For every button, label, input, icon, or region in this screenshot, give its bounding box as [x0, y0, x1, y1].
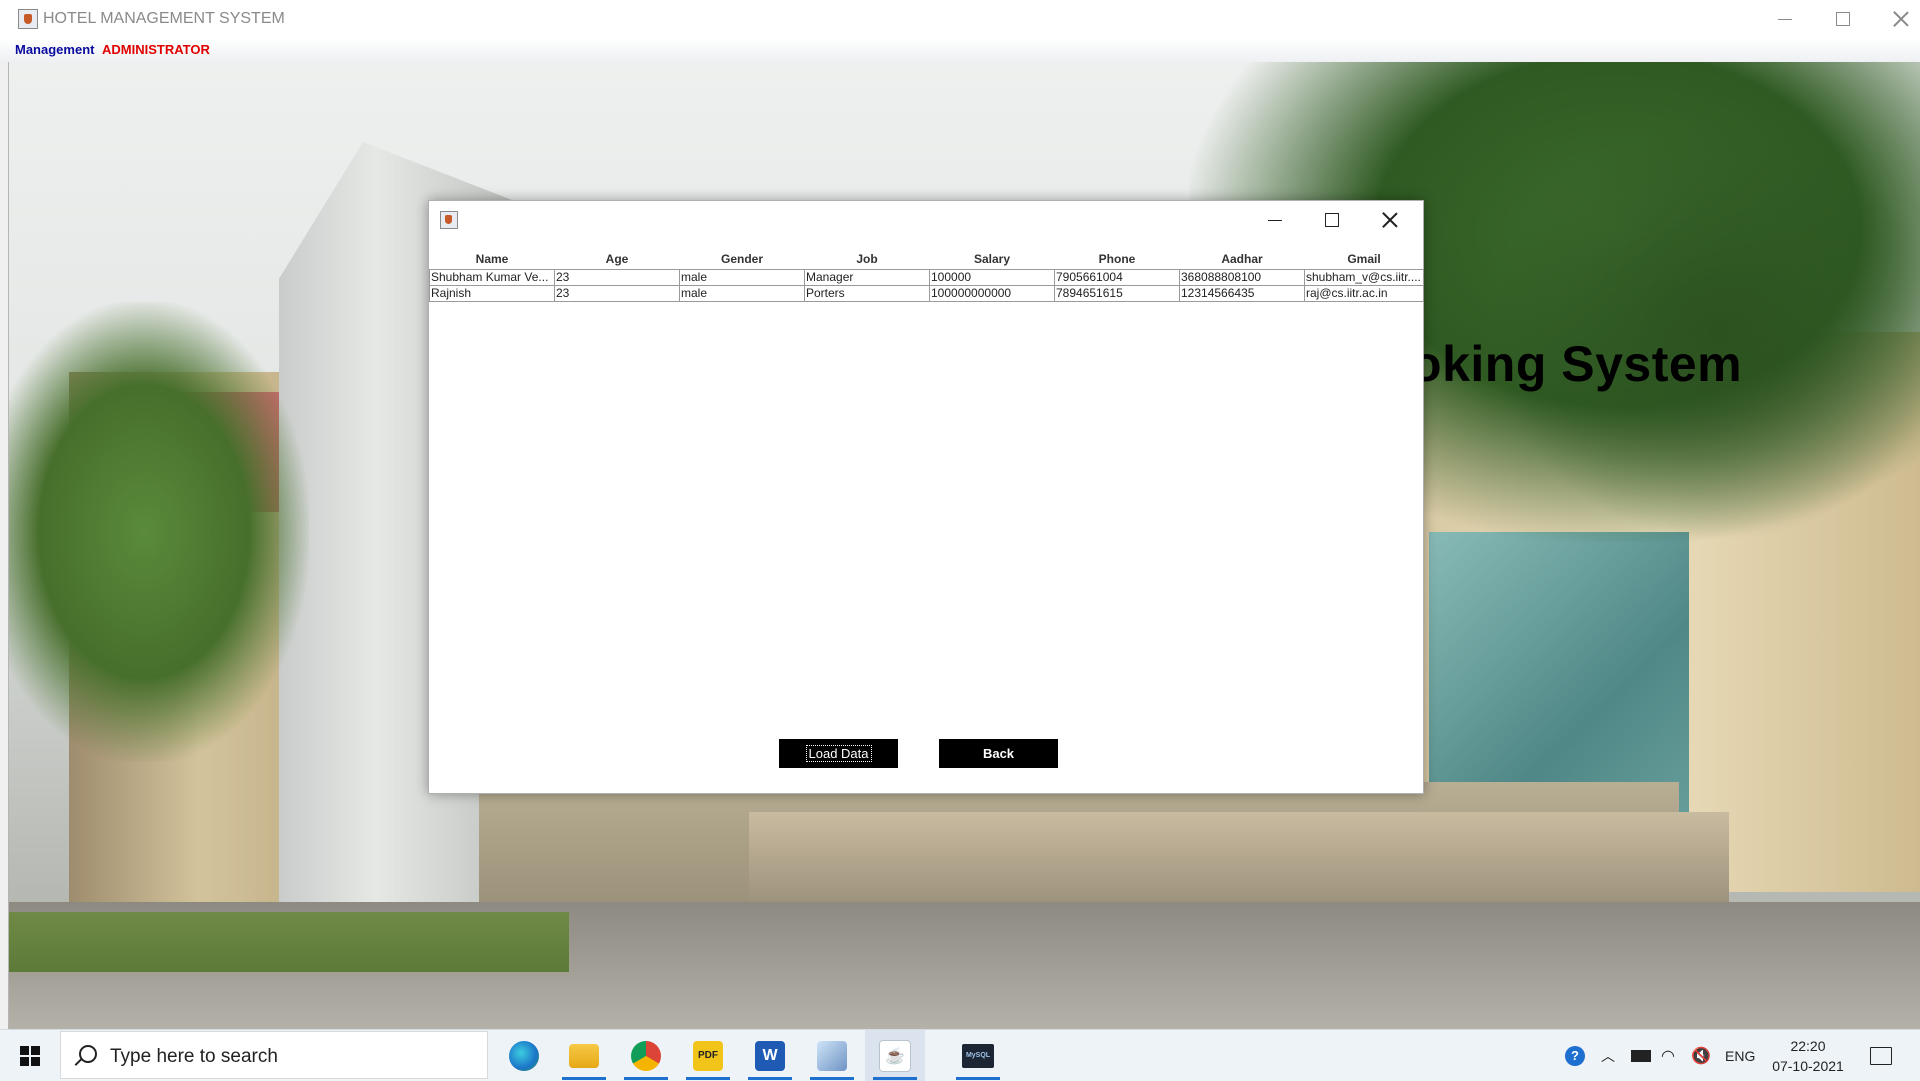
dialog-titlebar[interactable]: [429, 201, 1423, 239]
java-app-icon: [440, 211, 458, 229]
tray-network[interactable]: ◠: [1661, 1030, 1675, 1081]
cell-salary[interactable]: 100000000000: [929, 285, 1055, 302]
cell-name[interactable]: Rajnish: [429, 285, 555, 302]
cell-gender[interactable]: male: [679, 285, 805, 302]
taskbar-app-pdf[interactable]: PDF: [678, 1030, 738, 1081]
cell-age[interactable]: 23: [554, 285, 680, 302]
windows-logo-icon: [20, 1045, 40, 1066]
cell-gender[interactable]: male: [679, 269, 805, 286]
taskbar-app-word[interactable]: W: [740, 1030, 800, 1081]
wifi-icon: ◠: [1661, 1047, 1675, 1065]
minimize-icon: [1778, 18, 1792, 20]
show-hidden-icons-button[interactable]: ︿: [1601, 1030, 1615, 1081]
dialog-maximize-button[interactable]: [1303, 201, 1361, 239]
column-header-phone[interactable]: Phone: [1055, 249, 1180, 270]
tray-help[interactable]: ?: [1565, 1030, 1585, 1081]
maximize-icon: [1325, 213, 1339, 227]
pdf-icon: PDF: [693, 1040, 723, 1071]
close-icon: [1382, 212, 1398, 228]
cell-phone[interactable]: 7894651615: [1054, 285, 1180, 302]
employee-dialog: Name Age Gender Job Salary Phone Aadhar …: [428, 200, 1424, 794]
cell-gmail[interactable]: shubham_v@cs.iitr....: [1304, 269, 1424, 286]
cell-job[interactable]: Manager: [804, 269, 930, 286]
load-data-button[interactable]: Load Data: [779, 739, 898, 768]
close-button[interactable]: [1872, 0, 1920, 38]
chevron-up-icon: ︿: [1601, 1047, 1615, 1064]
mysql-icon: MySQL: [962, 1043, 994, 1068]
cell-name[interactable]: Shubham Kumar Ve...: [429, 269, 555, 286]
column-header-name[interactable]: Name: [430, 249, 555, 270]
taskbar-app-mysql[interactable]: MySQL: [948, 1030, 1008, 1081]
menu-bar: Management ADMINISTRATOR: [0, 38, 1920, 63]
maximize-icon: [1836, 12, 1850, 26]
taskbar-app-chrome[interactable]: [616, 1030, 676, 1081]
taskbar-search-box[interactable]: Type here to search: [60, 1031, 488, 1079]
minimize-button[interactable]: [1756, 0, 1814, 38]
employee-table[interactable]: Name Age Gender Job Salary Phone Aadhar …: [429, 249, 1424, 302]
table-row[interactable]: Rajnish 23 male Porters 100000000000 789…: [429, 285, 1424, 302]
window-title: HOTEL MANAGEMENT SYSTEM: [43, 10, 285, 27]
taskbar: Type here to search PDF W ☕ MySQL ? ︿ ◠ …: [0, 1029, 1920, 1081]
back-button[interactable]: Back: [939, 739, 1058, 768]
close-icon: [1893, 11, 1909, 27]
taskbar-app-file-explorer[interactable]: [554, 1030, 614, 1081]
java-app-icon: [18, 9, 38, 29]
tray-battery[interactable]: [1631, 1030, 1651, 1081]
java-icon: ☕: [879, 1039, 911, 1072]
table-row[interactable]: Shubham Kumar Ve... 23 male Manager 1000…: [429, 269, 1424, 286]
menu-administrator[interactable]: ADMINISTRATOR: [102, 42, 210, 57]
cell-phone[interactable]: 7905661004: [1054, 269, 1180, 286]
search-placeholder: Type here to search: [110, 1046, 278, 1067]
clock-date: 07-10-2021: [1772, 1057, 1844, 1074]
column-header-job[interactable]: Job: [805, 249, 930, 270]
dialog-close-button[interactable]: [1361, 201, 1419, 239]
file-explorer-icon: [569, 1043, 599, 1068]
photo-tree-left: [9, 302, 309, 762]
dialog-minimize-button[interactable]: [1246, 201, 1304, 239]
taskbar-app-box[interactable]: [802, 1030, 862, 1081]
cell-job[interactable]: Porters: [804, 285, 930, 302]
window-left-edge: [0, 62, 9, 1029]
column-header-age[interactable]: Age: [555, 249, 680, 270]
battery-icon: [1631, 1049, 1651, 1062]
taskbar-app-edge[interactable]: [494, 1030, 554, 1081]
tray-clock[interactable]: 22:20 07-10-2021: [1760, 1030, 1856, 1081]
column-header-gender[interactable]: Gender: [680, 249, 805, 270]
cell-salary[interactable]: 100000: [929, 269, 1055, 286]
tray-language[interactable]: ENG: [1725, 1030, 1755, 1081]
notification-center-button[interactable]: [1870, 1030, 1892, 1081]
box-app-icon: [817, 1040, 847, 1071]
maximize-button[interactable]: [1814, 0, 1872, 38]
clock-time: 22:20: [1790, 1037, 1826, 1054]
menu-management[interactable]: Management: [15, 42, 94, 57]
minimize-icon: [1268, 219, 1282, 221]
column-header-gmail[interactable]: Gmail: [1305, 249, 1424, 270]
cell-gmail[interactable]: raj@cs.iitr.ac.in: [1304, 285, 1424, 302]
photo-tree-right-dense: [1489, 122, 1920, 542]
load-data-label: Load Data: [805, 745, 872, 762]
notification-icon: [1870, 1046, 1892, 1065]
cell-aadhar[interactable]: 368088808100: [1179, 269, 1305, 286]
volume-muted-icon: 🔇: [1691, 1047, 1711, 1065]
help-icon: ?: [1565, 1045, 1585, 1066]
column-header-salary[interactable]: Salary: [930, 249, 1055, 270]
chrome-icon: [631, 1040, 661, 1071]
tray-volume[interactable]: 🔇: [1691, 1030, 1711, 1081]
edge-icon: [509, 1040, 539, 1071]
word-icon: W: [755, 1040, 785, 1071]
search-icon: [79, 1045, 97, 1063]
table-header-row: Name Age Gender Job Salary Phone Aadhar …: [430, 249, 1424, 270]
cell-age[interactable]: 23: [554, 269, 680, 286]
background-heading: ooking System: [1380, 336, 1743, 392]
start-button[interactable]: [0, 1030, 60, 1081]
taskbar-app-java[interactable]: ☕: [865, 1030, 925, 1081]
cell-aadhar[interactable]: 12314566435: [1179, 285, 1305, 302]
photo-lawn: [9, 912, 569, 972]
main-titlebar[interactable]: HOTEL MANAGEMENT SYSTEM: [0, 0, 1920, 38]
column-header-aadhar[interactable]: Aadhar: [1180, 249, 1305, 270]
